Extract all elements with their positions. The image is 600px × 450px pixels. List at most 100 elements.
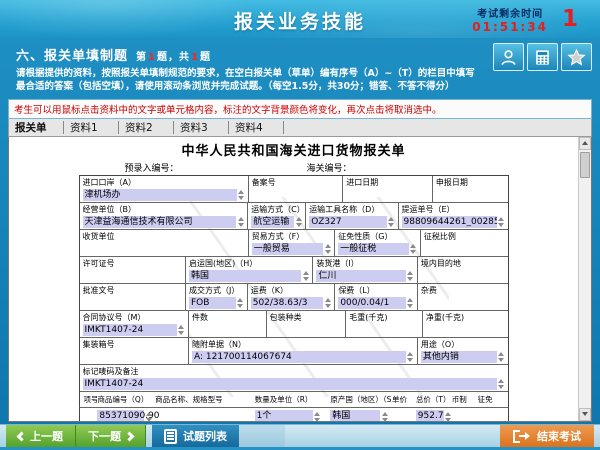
exam-timer: 考试剩余时间 01:51:34 <box>472 5 548 34</box>
answer-field-R[interactable]: 1个 1.03千克 <box>255 410 313 421</box>
pre-entry-no-label: 预录入编号： <box>125 161 179 174</box>
table-row: 标记唛码及备注 IMKT1407-24 <box>80 365 508 392</box>
spinner[interactable] <box>301 270 310 282</box>
spinner[interactable] <box>237 189 246 201</box>
tab-bar: 报关单 资料1 资料2 资料3 资料4 <box>8 119 592 137</box>
answer-field-B[interactable]: 天津益海通信技术有限公司 <box>83 216 237 228</box>
table-row: 许可证号 启运国(地区)（H） 韩国 装货港（I） 仁川 境内目的地 <box>80 257 508 284</box>
answer-field-Q[interactable]: 85371090.90 <box>97 410 144 421</box>
field-transport-name: 运输工具名称（D） OZ327 <box>306 203 398 229</box>
declaration-form-area: 中华人民共和国海关进口货物报关单 预录入编号： 海关编号： 进口口岸（A） 津机… <box>8 137 592 422</box>
table-row: 合同协议号（M） IMKT1407-24 件数 包装种类 毛重(千克) 净重(千… <box>80 311 508 338</box>
next-question-button[interactable]: 下一题 <box>76 425 146 447</box>
field-import-port: 进口口岸（A） 津机场办 <box>80 176 249 202</box>
spinner[interactable] <box>406 351 415 363</box>
spinner[interactable] <box>406 297 415 309</box>
field-declare-date: 申报日期 <box>433 176 508 202</box>
field-import-date: 进口日期 <box>343 176 433 202</box>
spinner[interactable] <box>444 410 452 421</box>
field-documents: 随附单据（N） A: 121700114067674 <box>189 338 418 364</box>
scroll-down-icon[interactable] <box>579 408 591 421</box>
spinner[interactable] <box>497 378 506 390</box>
answer-field-P[interactable]: IMKT1407-24 <box>83 378 497 390</box>
tab-material-2[interactable]: 资料2 <box>119 119 173 136</box>
field-misc-fee: 杂费 <box>418 284 508 310</box>
calculator-icon[interactable] <box>527 43 558 71</box>
field-pack-type: 包装种类 <box>267 311 347 337</box>
tab-declaration[interactable]: 报关单 <box>9 119 63 136</box>
spinner[interactable] <box>313 410 322 421</box>
answer-field-I[interactable]: 仁川 <box>316 270 406 282</box>
table-row: 集装箱号 随附单据（N） A: 121700114067674 用途（O） 其他… <box>80 338 508 365</box>
field-loading-port: 装货港（I） 仁川 <box>313 257 418 283</box>
items-body: 85371090.90 1个 1.03千克 韩国 <box>79 408 509 421</box>
content-frame: 六、报关单填制题第1题，共1题 请根据提供的资料，按照报关单填制规范的要求，在空… <box>0 38 600 424</box>
answer-field-S[interactable]: 韩国 <box>330 410 380 421</box>
prev-question-button[interactable]: 上一题 <box>6 425 76 447</box>
field-terms: 成交方式（J） FOB <box>186 284 248 310</box>
tab-material-1[interactable]: 资料1 <box>64 119 118 136</box>
spinner[interactable] <box>236 297 245 309</box>
field-container-no: 集装箱号 <box>80 338 190 364</box>
chevron-right-icon <box>125 431 135 441</box>
field-insurance: 保费（L） 000/0.04/1 <box>335 284 418 310</box>
table-row: 批准文号 成交方式（J） FOB 运费（K） 502/38.63/3 保费（L）… <box>80 284 508 311</box>
star-icon[interactable] <box>561 43 592 71</box>
list-icon <box>164 429 177 444</box>
spinner[interactable] <box>144 410 153 421</box>
section-instructions: 请根据提供的资料，按照报关单填制规范的要求，在空白报关单（草单）编有序号（A）~… <box>16 67 484 94</box>
scrollbar-thumb[interactable] <box>580 152 590 178</box>
field-packages: 件数 <box>189 311 267 337</box>
answer-field-T[interactable]: 952.7 <box>416 410 444 421</box>
field-record-no: 备案号 <box>249 176 344 202</box>
question-counter: 第1题，共1题 <box>136 52 211 63</box>
spinner[interactable] <box>380 410 389 421</box>
spinner[interactable] <box>177 324 186 336</box>
section-title: 六、报关单填制题 <box>16 49 128 64</box>
question-list-button[interactable]: 试题列表 <box>152 425 239 447</box>
answer-field-J[interactable]: FOB <box>189 297 236 309</box>
spinner[interactable] <box>387 216 396 228</box>
field-transport-mode: 运输方式（C） 航空运输 <box>248 203 306 229</box>
answer-field-O[interactable]: 其他内销 <box>421 351 497 363</box>
spinner[interactable] <box>406 270 415 282</box>
answer-field-F[interactable]: 一般贸易 <box>252 243 324 255</box>
answer-field-K[interactable]: 502/38.63/3 <box>251 297 324 309</box>
timer-label: 考试剩余时间 <box>472 5 548 20</box>
answer-field-M[interactable]: IMKT1407-24 <box>83 324 177 336</box>
field-operator: 经营单位（B） 天津益海通信技术有限公司 <box>80 203 249 229</box>
answer-field-G[interactable]: 一般征税 <box>338 243 409 255</box>
scroll-up-icon[interactable] <box>579 137 591 150</box>
field-trade-mode: 贸易方式（F） 一般贸易 <box>249 230 336 256</box>
end-exam-button[interactable]: 结束考试 <box>500 425 594 447</box>
answer-field-E[interactable]: 98809644261_00285953 <box>402 216 497 228</box>
spinner[interactable] <box>323 297 332 309</box>
vertical-scrollbar[interactable] <box>578 137 591 421</box>
col-item-no: 项号 <box>80 394 98 405</box>
spinner[interactable] <box>236 216 245 228</box>
answer-field-D[interactable]: OZ327 <box>309 216 386 228</box>
footer-toolbar: 上一题 下一题 试题列表 结束考试 <box>0 424 600 450</box>
col-levy: 征免 <box>478 394 508 405</box>
spinner[interactable] <box>294 216 303 228</box>
col-total: 总价（T） <box>416 394 452 405</box>
spinner[interactable] <box>323 243 332 255</box>
chevron-left-icon <box>17 431 27 441</box>
tab-material-4[interactable]: 资料4 <box>229 119 283 136</box>
spinner[interactable] <box>497 216 506 228</box>
field-usage: 用途（O） 其他内销 <box>418 338 508 364</box>
tab-material-3[interactable]: 资料3 <box>174 119 228 136</box>
spinner[interactable] <box>497 351 506 363</box>
answer-field-L[interactable]: 000/0.04/1 <box>338 297 406 309</box>
items-header-row: 项号 商品编号（Q） 商品名称、规格型号 数量及单位（R） 原产国（地区）（S）… <box>79 392 509 408</box>
user-icon[interactable] <box>493 43 524 71</box>
timer-value: 01:51:34 <box>472 20 548 34</box>
answer-field-N[interactable]: A: 121700114067674 <box>192 351 406 363</box>
answer-field-H[interactable]: 韩国 <box>189 270 301 282</box>
field-net-weight: 净重(千克) <box>423 311 508 337</box>
answer-field-A[interactable]: 津机场办 <box>83 189 237 201</box>
spinner[interactable] <box>409 243 418 255</box>
answer-field-C[interactable]: 航空运输 <box>251 216 294 228</box>
col-currency: 币制 <box>452 394 478 405</box>
col-name-spec: 商品名称、规格型号 <box>155 394 255 405</box>
